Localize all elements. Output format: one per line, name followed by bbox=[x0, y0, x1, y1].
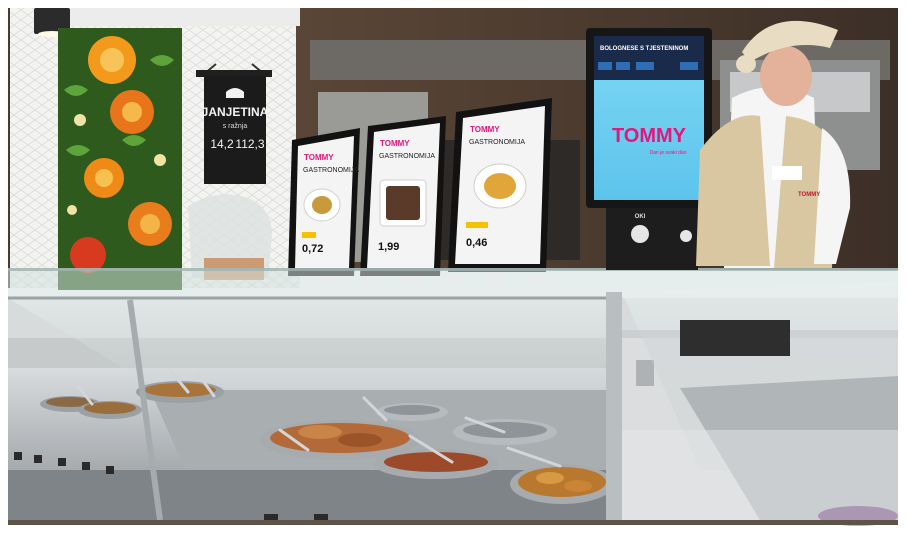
price-card-3: TOMMY GASTRONOMIJA 0,46 bbox=[448, 98, 552, 272]
hanging-sign: JANJETINA s ražnja 14,2 112,3 bbox=[196, 63, 272, 184]
kiosk-tagline: Dan je svaki dan bbox=[650, 150, 687, 156]
price-card-1: TOMMY GASTRONOMIJA 0,72 bbox=[288, 128, 360, 276]
food-poster bbox=[58, 28, 182, 290]
kiosk-header: BOLOGNESE S TJESTENINOM bbox=[600, 46, 688, 52]
food-pan-2 bbox=[78, 401, 142, 419]
sign-subtitle: s ražnja bbox=[223, 123, 248, 130]
weighing-display bbox=[680, 320, 790, 356]
food-pan-5 bbox=[376, 403, 448, 421]
price-card-2-price: 1,99 bbox=[378, 241, 399, 253]
ceiling-strip bbox=[40, 8, 300, 26]
price-card-2: TOMMY GASTRONOMIJA 1,99 bbox=[360, 116, 446, 276]
food-pan-8 bbox=[510, 464, 614, 504]
price-card-1-price: 0,72 bbox=[302, 243, 323, 255]
price-card-1-heading: GASTRONOMIJA bbox=[303, 167, 359, 174]
price-card-3-brand: TOMMY bbox=[470, 125, 500, 134]
price-card-3-price: 0,46 bbox=[466, 237, 487, 249]
sign-title: JANJETINA bbox=[202, 105, 269, 119]
price-card-3-heading: GASTRONOMIJA bbox=[469, 139, 525, 146]
price-card-2-heading: GASTRONOMIJA bbox=[379, 153, 435, 160]
sign-price-a: 14,2 bbox=[210, 137, 234, 151]
price-card-2-brand: TOMMY bbox=[380, 139, 410, 148]
sign-price-b: 112,3 bbox=[235, 137, 264, 151]
glass-corner-post bbox=[606, 292, 622, 520]
deli-counter-photo: JANJETINA s ražnja 14,2 112,3 TOMMY GAST… bbox=[0, 0, 907, 533]
apron-logo: TOMMY bbox=[798, 192, 820, 198]
kiosk-brand: TOMMY bbox=[612, 125, 687, 147]
kiosk-device-label: OKI bbox=[635, 214, 646, 220]
price-card-1-brand: TOMMY bbox=[304, 153, 334, 162]
